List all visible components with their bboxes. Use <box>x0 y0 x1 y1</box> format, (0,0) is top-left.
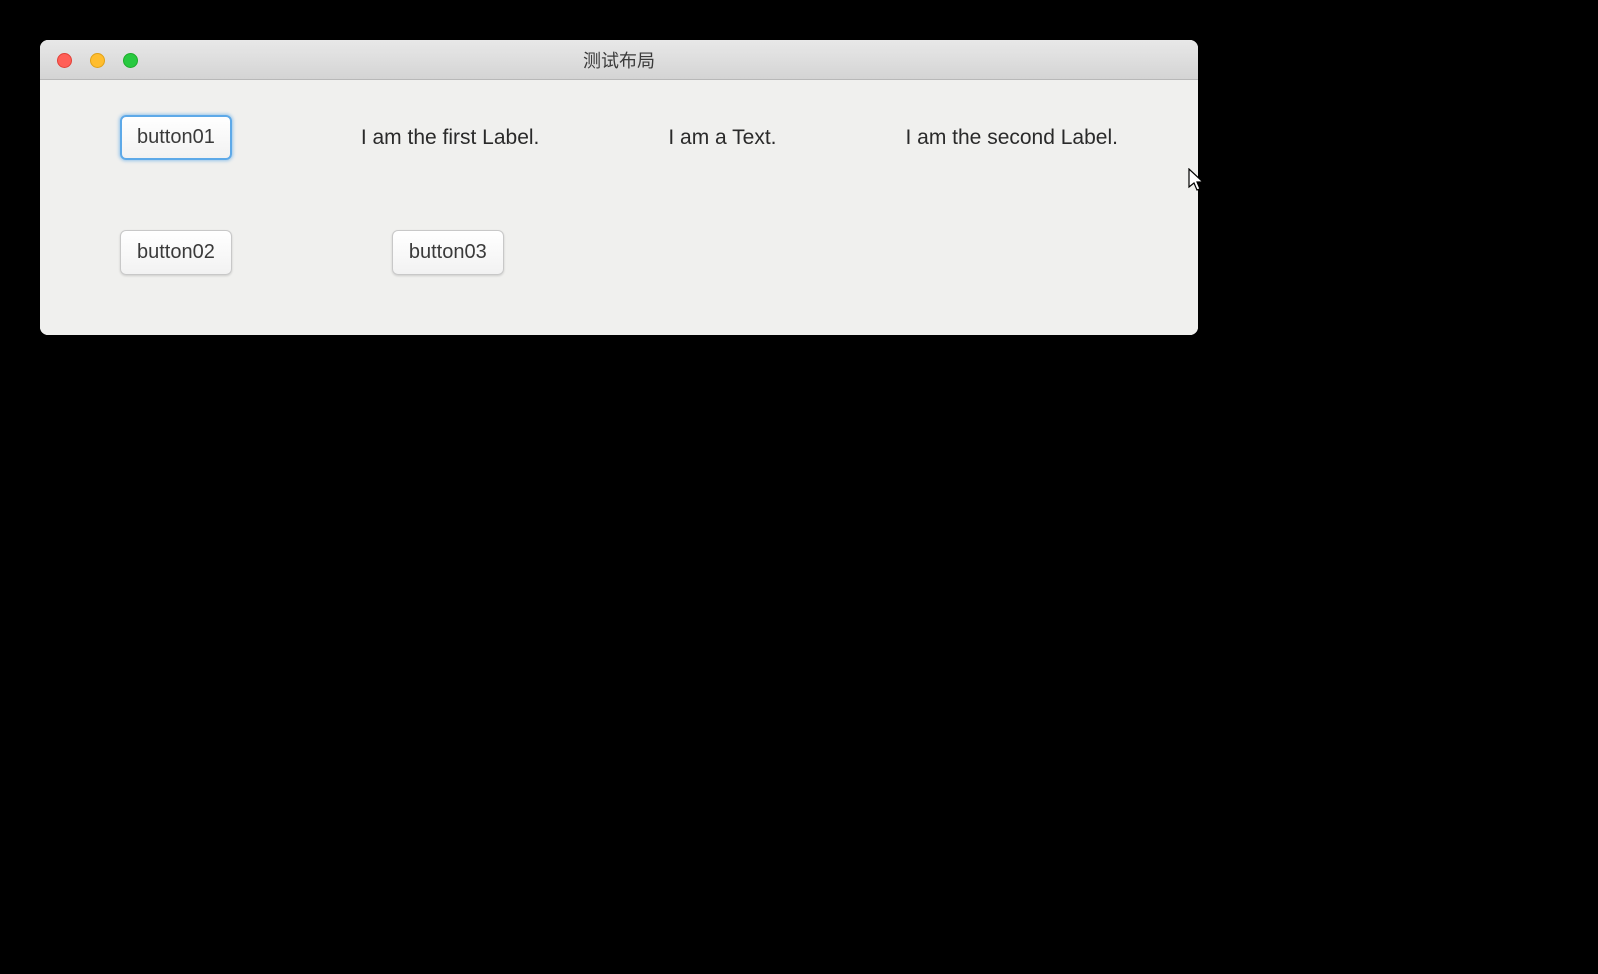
close-icon[interactable] <box>57 53 72 68</box>
application-window: 测试布局 button01 I am the first Label. I am… <box>40 40 1198 335</box>
row-1: button01 I am the first Label. I am a Te… <box>120 115 1118 160</box>
text-1: I am a Text. <box>668 126 776 150</box>
minimize-icon[interactable] <box>90 53 105 68</box>
button-03[interactable]: button03 <box>392 230 504 275</box>
label-1: I am the first Label. <box>361 126 540 150</box>
label-2: I am the second Label. <box>905 126 1117 150</box>
titlebar[interactable]: 测试布局 <box>40 40 1198 80</box>
maximize-icon[interactable] <box>123 53 138 68</box>
button-01[interactable]: button01 <box>120 115 232 160</box>
window-content: button01 I am the first Label. I am a Te… <box>40 80 1198 335</box>
traffic-lights <box>57 53 138 68</box>
button-02[interactable]: button02 <box>120 230 232 275</box>
row-2: button02 button03 <box>120 230 1118 275</box>
window-title: 测试布局 <box>583 47 655 73</box>
